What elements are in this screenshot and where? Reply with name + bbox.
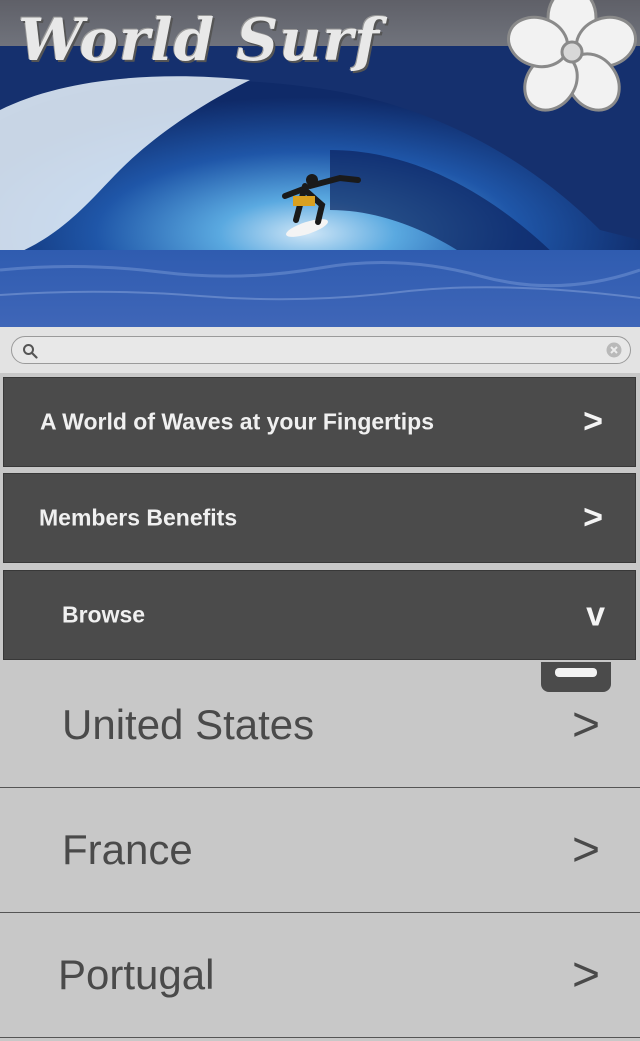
search-icon <box>23 344 38 359</box>
header-banner: World Surf <box>0 0 640 327</box>
nav-item-members-benefits[interactable]: Members Benefits > <box>3 473 636 563</box>
chevron-right-icon: > <box>571 823 600 877</box>
list-item-france[interactable]: France > <box>0 788 640 913</box>
nav-item-label: A World of Waves at your Fingertips <box>40 408 435 435</box>
chevron-down-icon: v <box>586 595 605 634</box>
list-item-portugal[interactable]: Portugal > <box>0 913 640 1038</box>
scroll-handle-grip <box>555 668 597 677</box>
chevron-right-icon: > <box>583 402 603 441</box>
search-input[interactable] <box>11 336 631 364</box>
nav-item-label: Browse <box>62 601 146 628</box>
list-item-label: United States <box>62 701 315 748</box>
nav-item-label: Members Benefits <box>39 504 238 531</box>
chevron-right-icon: > <box>583 498 603 537</box>
list-item-label: Portugal <box>58 951 215 998</box>
scroll-handle[interactable] <box>541 662 611 692</box>
nav-item-world-of-waves[interactable]: A World of Waves at your Fingertips > <box>3 377 636 467</box>
app-logo: World Surf <box>18 6 380 74</box>
clear-icon[interactable] <box>606 342 622 358</box>
search-bar <box>0 327 640 373</box>
chevron-right-icon: > <box>571 698 600 752</box>
list-item-label: France <box>62 826 193 873</box>
chevron-right-icon: > <box>571 948 600 1002</box>
nav-item-browse[interactable]: Browse v <box>3 570 636 660</box>
